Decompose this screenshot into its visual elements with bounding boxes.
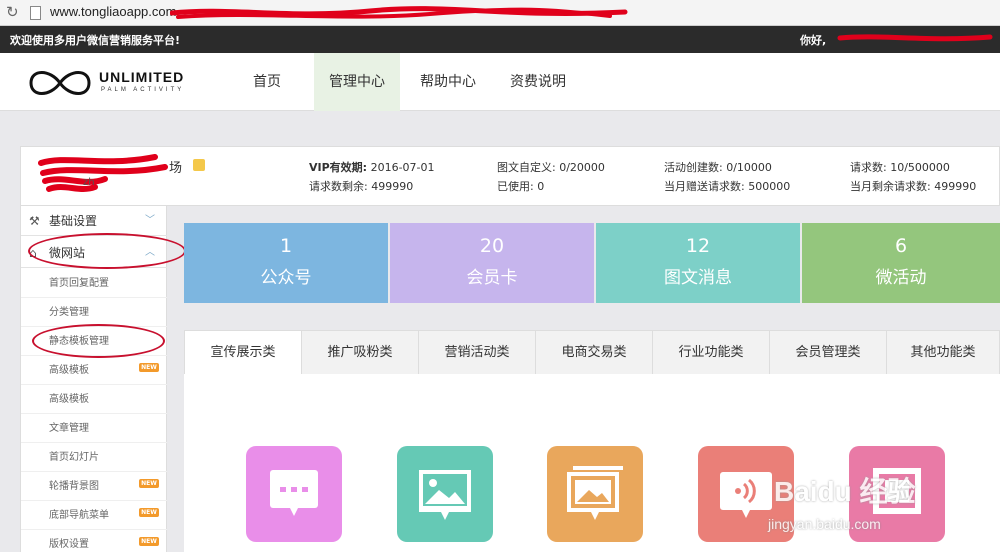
monthly-bonus-requests: 当月赠送请求数: 500000 <box>664 180 791 193</box>
requests-remaining: 请求数剩余: 499990 <box>309 180 414 193</box>
sidebar-item-categories[interactable]: 分类管理 <box>21 298 167 327</box>
sidebar-item-home-reply[interactable]: 首页回复配置 <box>21 269 167 298</box>
image-icon[interactable] <box>397 446 493 542</box>
top-welcome-bar: 欢迎使用多用户微信营销服务平台! 你好, <box>0 26 1000 53</box>
request-count: 请求数: 10/500000 <box>850 161 950 174</box>
tab-membership[interactable]: 会员管理类 <box>770 331 887 375</box>
sidebar-item-copyright[interactable]: 版权设置 NEW <box>21 530 167 552</box>
main-nav: UNLIMITED PALM ACTIVITY 首页 管理中心 帮助中心 资费说… <box>0 53 1000 111</box>
used-count: 已使用: 0 <box>497 180 545 193</box>
logo[interactable]: UNLIMITED PALM ACTIVITY <box>25 65 185 101</box>
tab-fan-growth[interactable]: 推广吸粉类 <box>302 331 419 375</box>
browser-address-bar: ↻ www.tongliaoapp.com <box>0 0 1000 26</box>
redaction-scribble <box>837 34 993 42</box>
redaction-scribble <box>170 6 628 19</box>
sidebar-item-carousel-background[interactable]: 轮播背景图 NEW <box>21 472 167 501</box>
account-info-card: 场 zh VIP有效期: 2016-07-01 请求数剩余: 499990 图文… <box>20 146 1000 206</box>
tile-member-cards[interactable]: 20 会员卡 <box>390 223 594 303</box>
chat-bubble-icon[interactable] <box>246 446 342 542</box>
nav-pricing[interactable]: 资费说明 <box>500 53 576 111</box>
edit-icon[interactable] <box>193 159 205 171</box>
tab-marketing-activities[interactable]: 营销活动类 <box>419 331 536 375</box>
sidebar-item-advanced-template[interactable]: 高级模板 <box>21 385 167 414</box>
wrench-icon: ⚒ <box>29 214 40 228</box>
gallery-icon[interactable] <box>547 446 643 542</box>
nav-home[interactable]: 首页 <box>232 53 302 111</box>
new-badge: NEW <box>139 537 159 546</box>
tile-micro-activities[interactable]: 6 微活动 <box>802 223 1000 303</box>
new-badge: NEW <box>139 363 159 372</box>
welcome-text: 欢迎使用多用户微信营销服务平台! <box>10 34 181 47</box>
annotation-oval <box>32 324 165 358</box>
url-text[interactable]: www.tongliaoapp.com <box>50 4 176 19</box>
sidebar-item-advanced-template-new[interactable]: 高级模板 NEW <box>21 356 167 385</box>
reload-icon[interactable]: ↻ <box>6 3 22 21</box>
logo-name: UNLIMITED <box>99 69 185 85</box>
tab-industry[interactable]: 行业功能类 <box>653 331 770 375</box>
sidebar-item-bottom-nav[interactable]: 底部导航菜单 NEW <box>21 501 167 530</box>
nav-help-center[interactable]: 帮助中心 <box>410 53 486 111</box>
page: { "browser": { "url": "www.tongliaoapp.c… <box>0 0 1000 552</box>
activities-created: 活动创建数: 0/10000 <box>664 161 772 174</box>
sidebar-item-home-slides[interactable]: 首页幻灯片 <box>21 443 167 472</box>
infinity-logo-icon <box>29 71 91 95</box>
watermark-url: jingyan.baidu.com <box>768 516 881 532</box>
monthly-remaining-requests: 当月剩余请求数: 499990 <box>850 180 977 193</box>
category-tabs: 宣传展示类 推广吸粉类 营销活动类 电商交易类 行业功能类 会员管理类 其他功能… <box>184 330 1000 376</box>
sidebar-item-articles[interactable]: 文章管理 <box>21 414 167 443</box>
annotation-oval <box>28 233 186 269</box>
sidebar-section-basic-settings[interactable]: ⚒ 基础设置 ﹀ <box>21 206 167 236</box>
custom-news-count: 图文自定义: 0/20000 <box>497 161 605 174</box>
tab-promotion-display[interactable]: 宣传展示类 <box>185 331 302 376</box>
account-id: zh <box>83 177 95 188</box>
vip-expiry: VIP有效期: 2016-07-01 <box>309 161 435 174</box>
new-badge: NEW <box>139 479 159 488</box>
watermark-text: Baidu 经验 <box>774 476 916 507</box>
tile-public-accounts[interactable]: 1 公众号 <box>184 223 388 303</box>
account-name: 场 <box>169 161 183 176</box>
tile-news-messages[interactable]: 12 图文消息 <box>596 223 800 303</box>
page-icon <box>30 6 41 20</box>
nav-management-center[interactable]: 管理中心 <box>314 53 400 111</box>
logo-subtitle: PALM ACTIVITY <box>101 87 185 93</box>
tab-ecommerce[interactable]: 电商交易类 <box>536 331 653 375</box>
chevron-down-icon: ﹀ <box>145 215 155 226</box>
tab-other[interactable]: 其他功能类 <box>887 331 999 375</box>
baidu-watermark: Baidu 经验 jingyan.baidu.com <box>760 468 1000 552</box>
new-badge: NEW <box>139 508 159 517</box>
